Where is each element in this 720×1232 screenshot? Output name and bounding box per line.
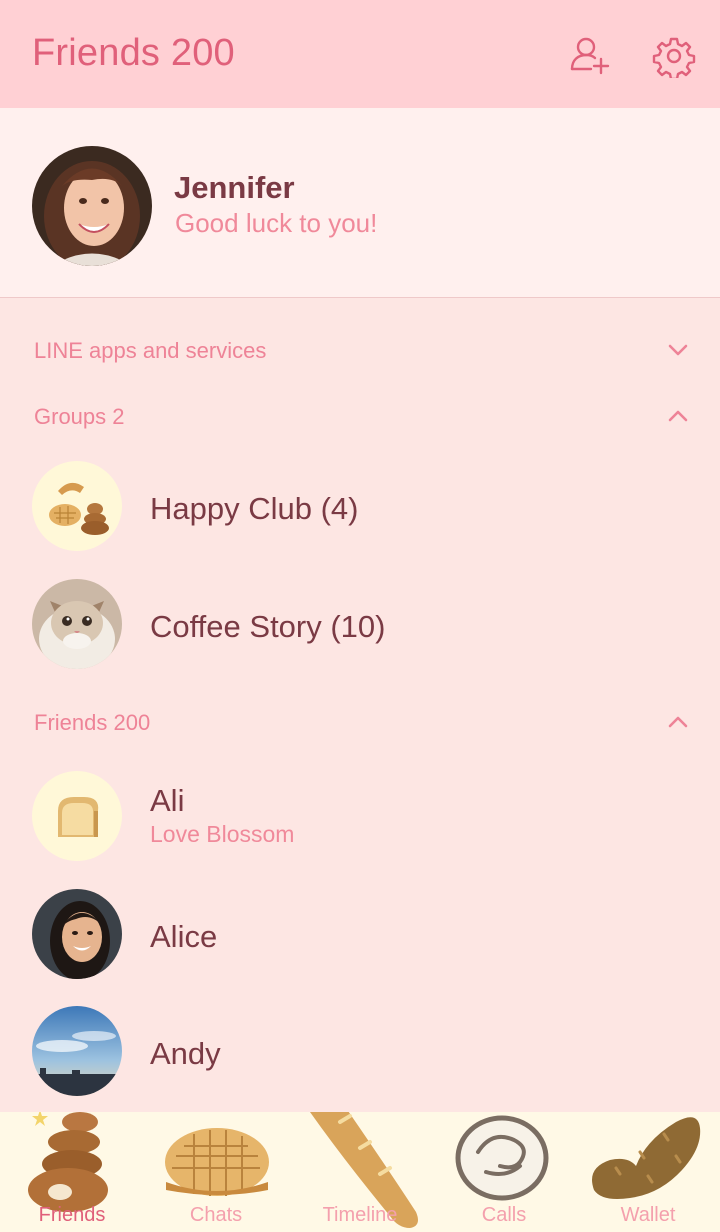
- group-row-happy-club[interactable]: Happy Club (4): [0, 461, 720, 579]
- friend-name: Ali: [150, 783, 185, 818]
- chevron-up-icon: [666, 710, 690, 734]
- friend-row-andy[interactable]: Andy: [0, 1006, 720, 1124]
- tab-wallet[interactable]: Wallet: [576, 1112, 720, 1232]
- bread-stack-avatar: [32, 461, 122, 551]
- app-header: Friends 200: [0, 0, 720, 108]
- gear-icon[interactable]: [652, 34, 696, 78]
- add-friend-icon[interactable]: [568, 34, 612, 78]
- my-profile[interactable]: Jennifer Good luck to you!: [0, 108, 720, 298]
- profile-avatar[interactable]: [32, 146, 152, 266]
- chevron-up-icon: [666, 404, 690, 428]
- section-label: Friends 200: [34, 710, 151, 735]
- tab-timeline[interactable]: Timeline: [288, 1112, 432, 1232]
- friend-row-alice[interactable]: Alice: [0, 889, 720, 1007]
- friend-name: Alice: [150, 919, 218, 954]
- page-title: Friends 200: [32, 32, 235, 74]
- tab-friends[interactable]: Friends: [0, 1112, 144, 1232]
- section-groups[interactable]: Groups 2: [0, 388, 720, 444]
- tab-calls[interactable]: Calls: [432, 1112, 576, 1232]
- group-name: Happy Club (4): [150, 491, 359, 526]
- section-label: LINE apps and services: [34, 338, 267, 363]
- section-line-apps-services[interactable]: LINE apps and services: [0, 322, 720, 378]
- section-friends[interactable]: Friends 200: [0, 694, 720, 750]
- tab-label: Timeline: [322, 1204, 398, 1226]
- group-row-coffee-story[interactable]: Coffee Story (10): [0, 579, 720, 697]
- friend-row-ali[interactable]: Ali Love Blossom: [0, 771, 720, 889]
- bottom-tab-bar: Friends Chats Timeline Calls Wallet: [0, 1112, 720, 1232]
- tab-chats[interactable]: Chats: [144, 1112, 288, 1232]
- tab-label: Chats: [189, 1204, 243, 1226]
- chevron-down-icon: [666, 338, 690, 362]
- group-name: Coffee Story (10): [150, 609, 386, 644]
- sky-photo-avatar: [32, 1006, 122, 1096]
- cat-photo-avatar: [32, 579, 122, 669]
- friend-status-message: Love Blossom: [150, 821, 295, 847]
- toast-avatar: [32, 771, 122, 861]
- tab-label: Wallet: [620, 1204, 676, 1226]
- woman-photo-avatar: [32, 889, 122, 979]
- tab-label: Friends: [38, 1204, 106, 1226]
- friend-name: Andy: [150, 1036, 221, 1071]
- section-label: Groups 2: [34, 404, 125, 429]
- profile-status-message: Good luck to you!: [175, 208, 378, 238]
- tab-label: Calls: [481, 1204, 527, 1226]
- profile-name: Jennifer: [174, 170, 295, 205]
